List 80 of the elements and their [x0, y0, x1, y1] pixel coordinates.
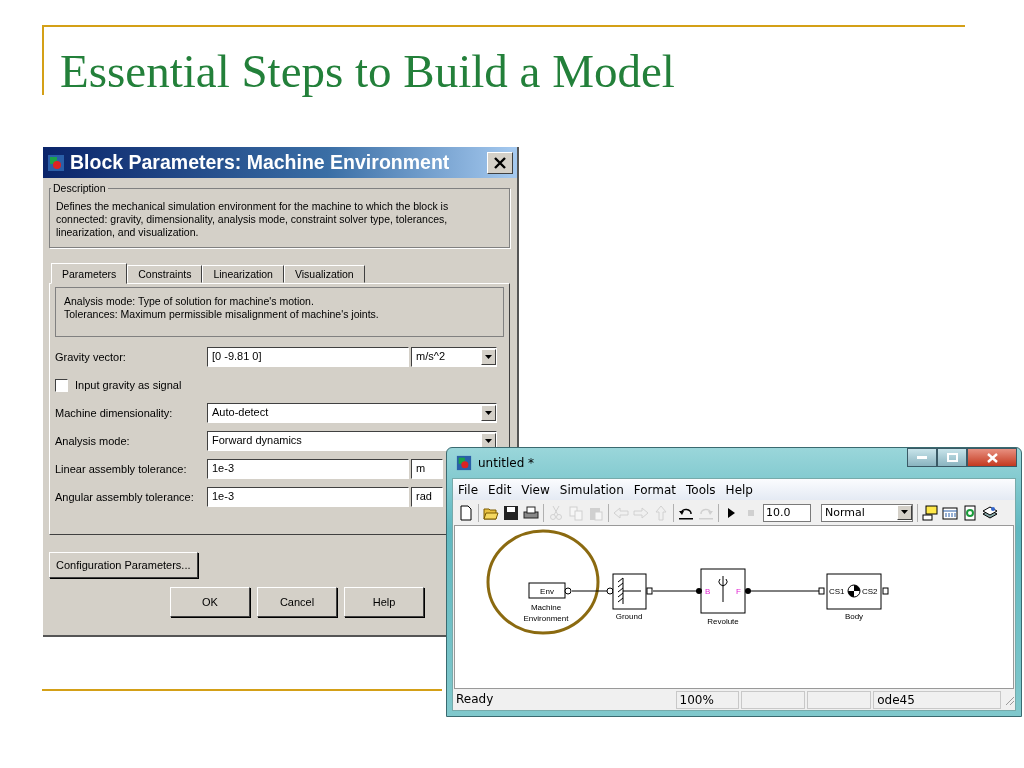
input-field[interactable]: [0 -9.81 0] — [207, 347, 409, 367]
slide-title: Essential Steps to Build a Model — [60, 44, 676, 97]
menu-item[interactable]: Simulation — [559, 482, 624, 497]
connection-line — [571, 590, 609, 592]
save-icon[interactable] — [503, 504, 519, 521]
connection-line — [652, 590, 699, 592]
dropdown-arrow-icon — [485, 439, 492, 443]
new-file-icon[interactable] — [458, 504, 474, 521]
block-label: Machine Environment — [523, 603, 569, 623]
window-title: untitled * — [478, 456, 536, 470]
group-title: Description — [52, 182, 107, 194]
field-label: Angular assembly tolerance: — [55, 491, 195, 503]
menu-item[interactable]: Tools — [686, 482, 716, 497]
block-label: Ground — [615, 612, 643, 621]
solver-name: ode45 — [873, 690, 1001, 709]
window-title: Block Parameters: Machine Environment — [70, 151, 451, 174]
port-label: CS2 — [862, 587, 878, 596]
menu-item[interactable]: Format — [633, 482, 677, 497]
input-field[interactable]: 1e-3 — [207, 459, 409, 479]
close-icon — [493, 155, 507, 170]
dropdown-arrow-icon — [485, 355, 492, 359]
menu-item[interactable]: View — [521, 482, 550, 497]
maximize-icon — [946, 453, 958, 462]
unit-dropdown[interactable]: m/s^2 — [411, 347, 497, 367]
stop-time-field[interactable]: 10.0 — [763, 503, 811, 522]
field-label: Gravity vector: — [55, 351, 127, 363]
zoom-level: 100% — [675, 690, 740, 709]
unit-dropdown[interactable]: rad — [411, 487, 443, 507]
menu-item[interactable]: File — [458, 482, 479, 497]
checkbox[interactable] — [55, 378, 68, 392]
app-icon — [456, 455, 472, 471]
minimize-icon — [917, 455, 927, 460]
close-icon — [986, 452, 998, 463]
dropdown-arrow-icon — [901, 510, 908, 514]
refresh-icon[interactable] — [962, 504, 978, 521]
tab[interactable]: Constraints — [127, 265, 203, 283]
revolute-block[interactable] — [696, 568, 751, 614]
app-icon — [47, 153, 65, 172]
close-button[interactable] — [967, 448, 1017, 467]
simulation-mode-dropdown[interactable]: Normal — [821, 503, 913, 522]
block-text: Env — [540, 587, 554, 596]
ground-block[interactable] — [606, 573, 653, 610]
scope-icon[interactable] — [922, 504, 938, 521]
block-label: Revolute — [707, 617, 739, 626]
dialog-button[interactable]: Help — [344, 587, 424, 617]
status-pane — [741, 690, 806, 709]
field-label: Machine dimensionality: — [55, 407, 174, 419]
unit-dropdown[interactable]: m — [411, 459, 443, 479]
dropdown[interactable]: Forward dynamics — [207, 431, 497, 451]
port-label: CS1 — [829, 587, 845, 596]
dialog-button[interactable]: OK — [170, 587, 250, 617]
dropdown-arrow-icon — [485, 411, 492, 415]
configuration-button[interactable]: Configuration Parameters... — [49, 552, 198, 578]
printer-icon[interactable] — [523, 504, 539, 521]
help-text: Analysis mode: Type of solution for machine's motion. — [64, 295, 315, 308]
field-label: Analysis mode: — [55, 435, 131, 447]
status-pane — [807, 690, 872, 709]
dropdown[interactable]: Auto-detect — [207, 403, 497, 423]
menu-item[interactable]: Edit — [488, 482, 512, 497]
help-text: Tolerances: Maximum permissible misalignment of machine's joints. — [64, 308, 380, 321]
tab[interactable]: Parameters — [51, 263, 128, 284]
input-field[interactable]: 1e-3 — [207, 487, 409, 507]
menu-item[interactable]: Help — [725, 482, 753, 497]
port-label: B — [705, 587, 711, 596]
status-text: Ready — [455, 690, 495, 708]
library-icon[interactable] — [942, 504, 958, 521]
body-block[interactable] — [818, 573, 889, 610]
connection-line — [750, 590, 820, 592]
description-text: Defines the mechanical simulation environment for the machine to which the block is connected: gravity, dimensionality, analysis mode, constraint solver type, tolerances, linearization, and visualization. — [56, 200, 450, 239]
env-block[interactable] — [528, 582, 572, 599]
minimize-button[interactable] — [907, 448, 937, 467]
dialog-button[interactable]: Cancel — [257, 587, 337, 617]
tab[interactable]: Visualization — [283, 265, 365, 283]
tab[interactable]: Linearization — [202, 265, 284, 283]
checkbox-label: Input gravity as signal — [75, 379, 182, 391]
port-label: F — [736, 587, 741, 596]
field-label: Linear assembly tolerance: — [55, 463, 188, 475]
block-label: Body — [844, 612, 864, 621]
layers-icon[interactable] — [982, 504, 998, 521]
maximize-button[interactable] — [937, 448, 967, 467]
